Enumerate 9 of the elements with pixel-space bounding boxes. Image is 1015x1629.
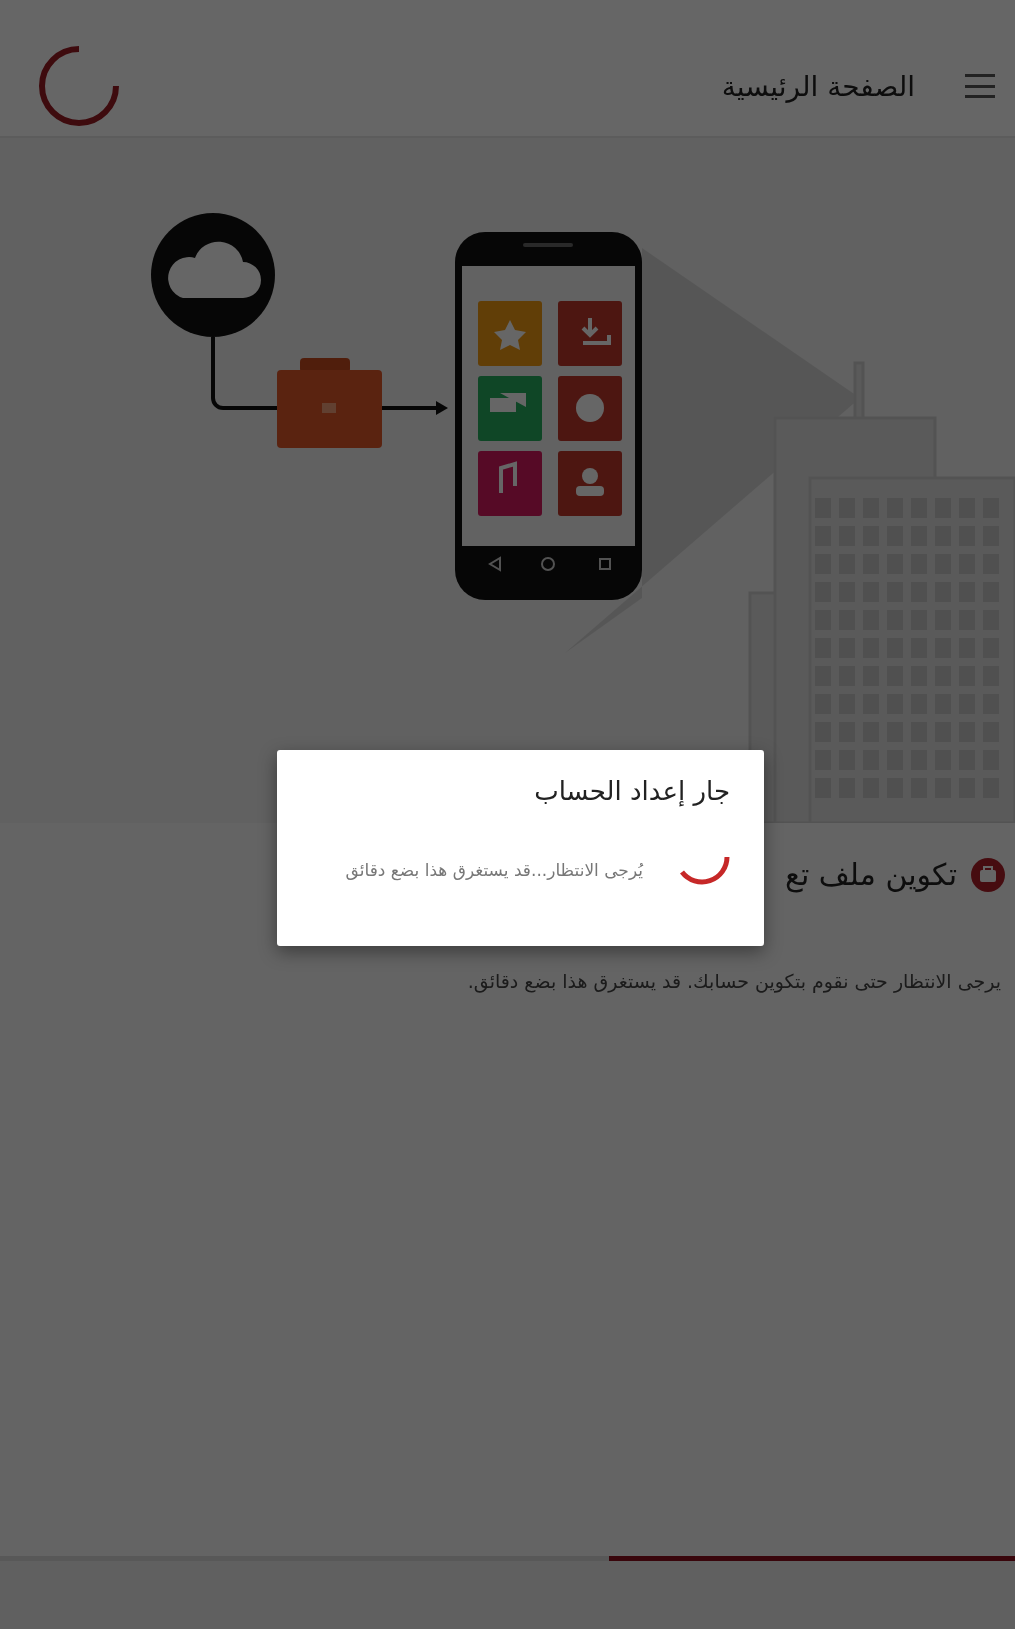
page-title: الصفحة الرئيسية (721, 69, 915, 103)
loading-spinner-icon (679, 854, 730, 885)
dialog-message: يُرجى الانتظار...قد يستغرق هذا بضع دقائق (345, 859, 643, 880)
section-description: يرجى الانتظار حتى نقوم بتكوين حسابك. قد يستغرق هذا بضع دقائق. (466, 970, 1001, 992)
dialog-title: جار إعداد الحساب (534, 776, 730, 806)
briefcase-icon (971, 857, 1005, 892)
loading-spinner-icon (36, 43, 122, 129)
menu-icon[interactable] (965, 74, 995, 98)
section-title: تكوين ملف تع (784, 857, 957, 892)
